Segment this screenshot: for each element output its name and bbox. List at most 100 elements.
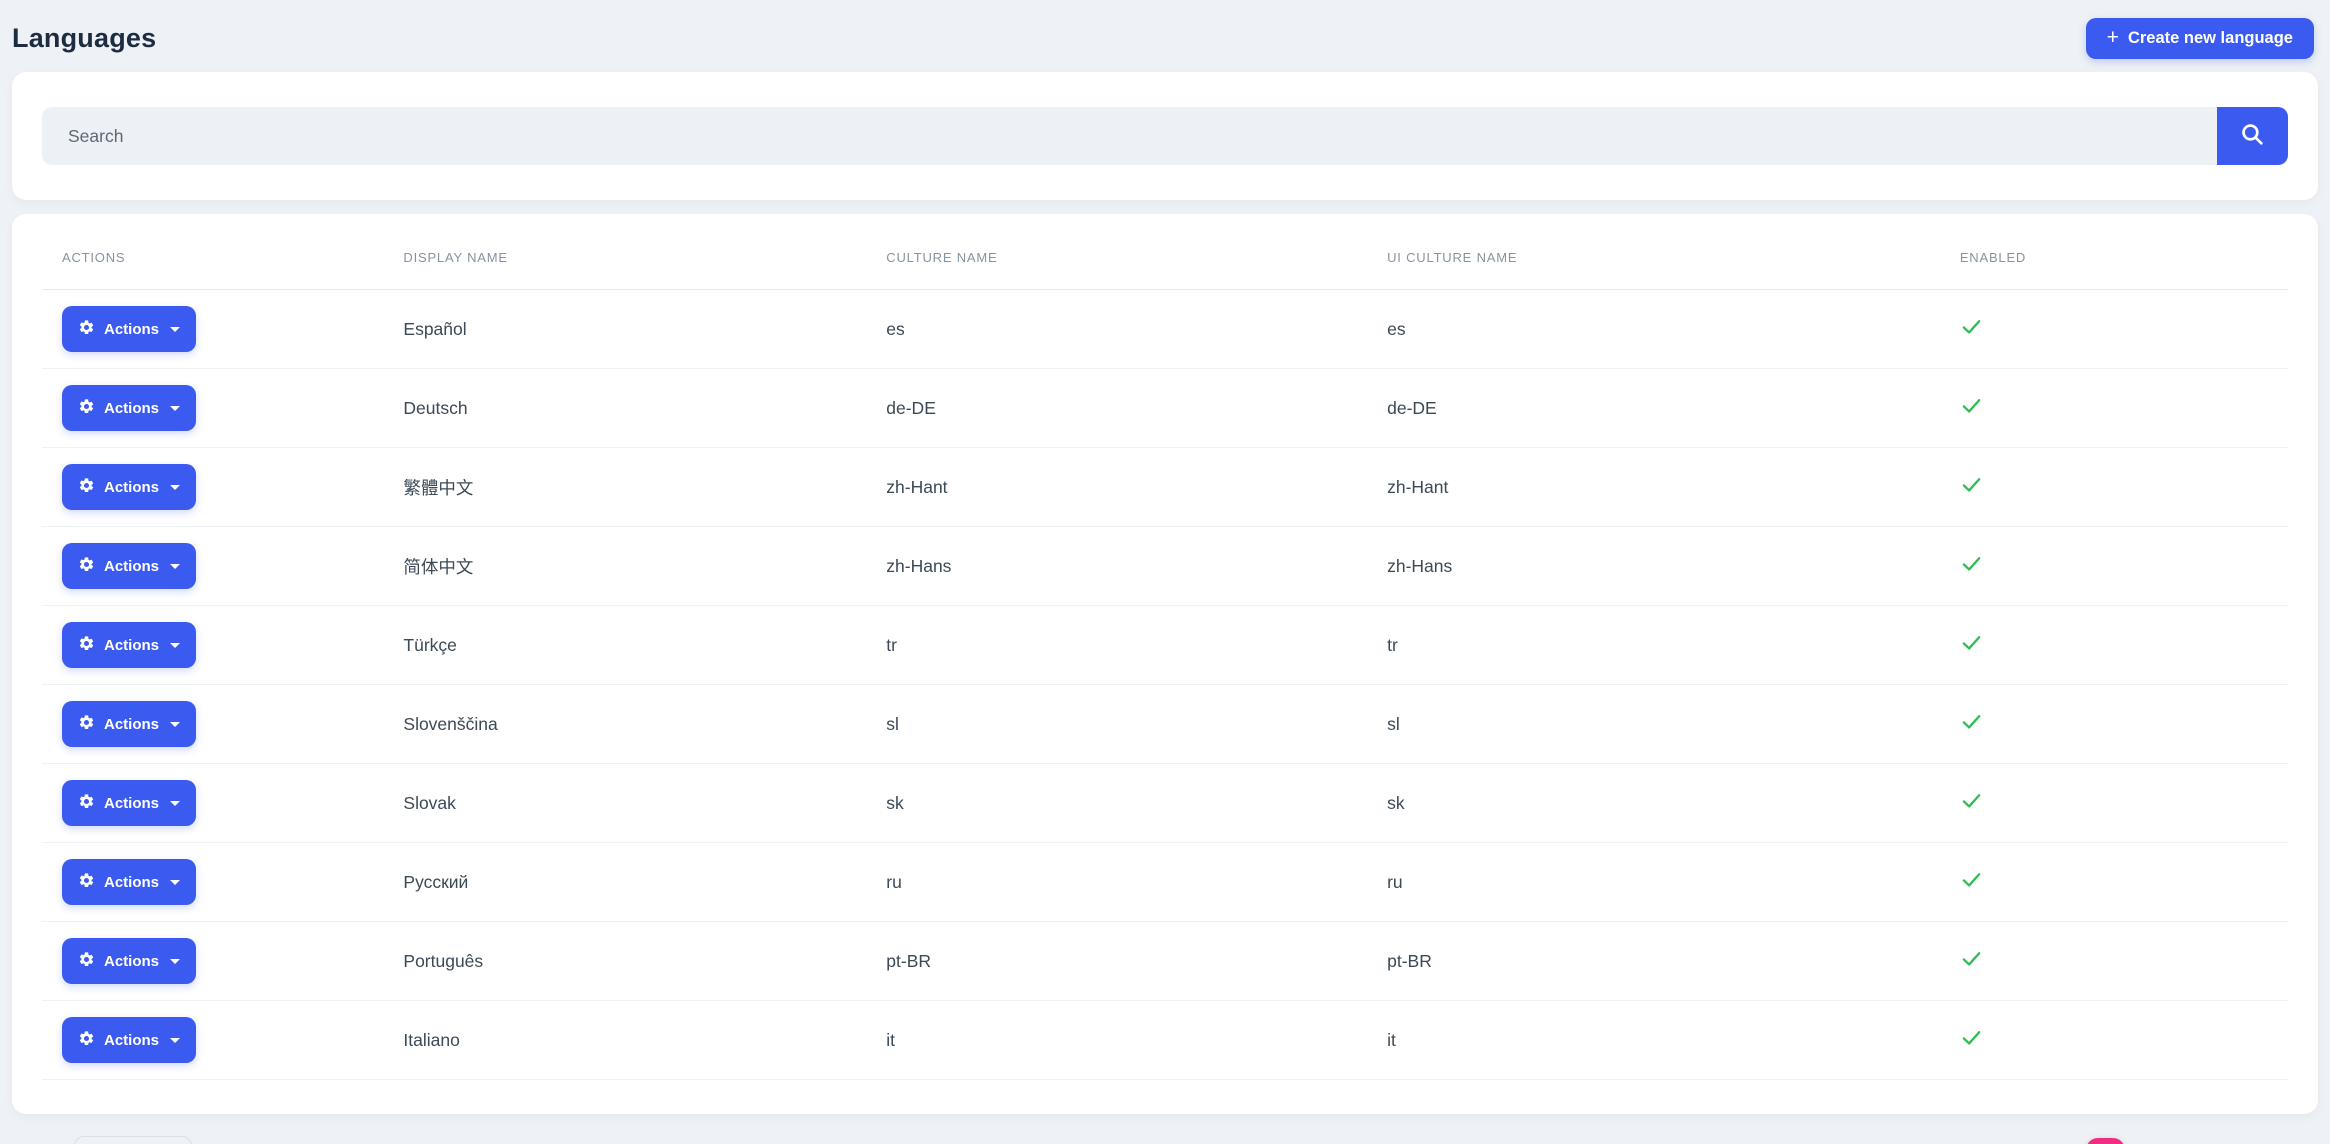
table-row: Actions Español es es	[42, 290, 2288, 369]
actions-button-label: Actions	[104, 874, 159, 891]
table-row: Actions Deutsch de-DE de-DE	[42, 369, 2288, 448]
column-header-display-name: DISPLAY NAME	[383, 214, 866, 290]
cell-culture-name: sl	[866, 685, 1367, 764]
table-footer: Show 10 entries Showing 1 to 10 of 18 en…	[12, 1136, 2318, 1144]
gear-icon	[78, 556, 95, 577]
cell-ui-culture-name: sl	[1367, 685, 1940, 764]
cell-culture-name: tr	[866, 606, 1367, 685]
page-title: Languages	[12, 23, 156, 54]
cell-culture-name: zh-Hans	[866, 527, 1367, 606]
cell-display-name: Slovenščina	[383, 685, 866, 764]
caret-down-icon	[170, 722, 180, 727]
row-actions-button[interactable]: Actions	[62, 306, 196, 352]
actions-button-label: Actions	[104, 795, 159, 812]
create-button-label: Create new language	[2128, 29, 2293, 48]
cell-display-name: Deutsch	[383, 369, 866, 448]
actions-button-label: Actions	[104, 637, 159, 654]
languages-table-card: ACTIONS DISPLAY NAME CULTURE NAME UI CUL…	[12, 214, 2318, 1114]
table-row: Actions 简体中文 zh-Hans zh-Hans	[42, 527, 2288, 606]
caret-down-icon	[170, 564, 180, 569]
table-row: Actions Slovak sk sk	[42, 764, 2288, 843]
cell-ui-culture-name: sk	[1367, 764, 1940, 843]
caret-down-icon	[170, 406, 180, 411]
cell-display-name: Türkçe	[383, 606, 866, 685]
pagination-page-1[interactable]: 1	[2086, 1138, 2125, 1144]
row-actions-button[interactable]: Actions	[62, 464, 196, 510]
table-row: Actions Italiano it it	[42, 1001, 2288, 1080]
caret-down-icon	[170, 801, 180, 806]
gear-icon	[78, 951, 95, 972]
caret-down-icon	[170, 485, 180, 490]
column-header-actions: ACTIONS	[42, 214, 383, 290]
actions-button-label: Actions	[104, 558, 159, 575]
table-row: Actions Português pt-BR pt-BR	[42, 922, 2288, 1001]
caret-down-icon	[170, 880, 180, 885]
table-header: ACTIONS DISPLAY NAME CULTURE NAME UI CUL…	[42, 214, 2288, 290]
actions-button-label: Actions	[104, 1032, 159, 1049]
cell-ui-culture-name: tr	[1367, 606, 1940, 685]
row-actions-button[interactable]: Actions	[62, 622, 196, 668]
languages-table: ACTIONS DISPLAY NAME CULTURE NAME UI CUL…	[42, 214, 2288, 1080]
row-actions-button[interactable]: Actions	[62, 385, 196, 431]
enabled-check-icon	[1960, 638, 1983, 658]
languages-page: Languages + Create new language	[0, 0, 2330, 1144]
search-button[interactable]	[2217, 107, 2288, 165]
cell-display-name: 简体中文	[383, 527, 866, 606]
column-header-enabled: ENABLED	[1940, 214, 2288, 290]
row-actions-button[interactable]: Actions	[62, 859, 196, 905]
cell-culture-name: pt-BR	[866, 922, 1367, 1001]
caret-down-icon	[170, 959, 180, 964]
row-actions-button[interactable]: Actions	[62, 938, 196, 984]
actions-button-label: Actions	[104, 321, 159, 338]
search-input[interactable]	[42, 107, 2217, 165]
row-actions-button[interactable]: Actions	[62, 780, 196, 826]
cell-display-name: Slovak	[383, 764, 866, 843]
gear-icon	[78, 635, 95, 656]
enabled-check-icon	[1960, 717, 1983, 737]
enabled-check-icon	[1960, 480, 1983, 500]
cell-ui-culture-name: de-DE	[1367, 369, 1940, 448]
cell-culture-name: zh-Hant	[866, 448, 1367, 527]
row-actions-button[interactable]: Actions	[62, 701, 196, 747]
cell-culture-name: it	[866, 1001, 1367, 1080]
gear-icon	[78, 872, 95, 893]
caret-down-icon	[170, 643, 180, 648]
enabled-check-icon	[1960, 559, 1983, 579]
cell-display-name: Español	[383, 290, 866, 369]
cell-ui-culture-name: zh-Hant	[1367, 448, 1940, 527]
gear-icon	[78, 1030, 95, 1051]
create-new-language-button[interactable]: + Create new language	[2086, 18, 2314, 59]
caret-down-icon	[170, 327, 180, 332]
cell-ui-culture-name: zh-Hans	[1367, 527, 1940, 606]
table-row: Actions Русский ru ru	[42, 843, 2288, 922]
cell-ui-culture-name: pt-BR	[1367, 922, 1940, 1001]
cell-culture-name: es	[866, 290, 1367, 369]
plus-icon: +	[2107, 27, 2119, 48]
cell-culture-name: ru	[866, 843, 1367, 922]
search-group	[42, 107, 2288, 165]
row-actions-button[interactable]: Actions	[62, 543, 196, 589]
table-row: Actions Türkçe tr tr	[42, 606, 2288, 685]
gear-icon	[78, 319, 95, 340]
gear-icon	[78, 793, 95, 814]
cell-ui-culture-name: es	[1367, 290, 1940, 369]
cell-display-name: Italiano	[383, 1001, 866, 1080]
actions-button-label: Actions	[104, 479, 159, 496]
enabled-check-icon	[1960, 796, 1983, 816]
enabled-check-icon	[1960, 954, 1983, 974]
enabled-check-icon	[1960, 401, 1983, 421]
search-card	[12, 72, 2318, 200]
page-header: Languages + Create new language	[12, 0, 2318, 72]
enabled-check-icon	[1960, 322, 1983, 342]
cell-ui-culture-name: ru	[1367, 843, 1940, 922]
gear-icon	[78, 477, 95, 498]
row-actions-button[interactable]: Actions	[62, 1017, 196, 1063]
caret-down-icon	[170, 1038, 180, 1043]
table-row: Actions Slovenščina sl sl	[42, 685, 2288, 764]
gear-icon	[78, 714, 95, 735]
cell-display-name: Русский	[383, 843, 866, 922]
cell-display-name: 繁體中文	[383, 448, 866, 527]
actions-button-label: Actions	[104, 400, 159, 417]
page-size-select[interactable]: 10	[74, 1136, 192, 1144]
enabled-check-icon	[1960, 1033, 1983, 1053]
